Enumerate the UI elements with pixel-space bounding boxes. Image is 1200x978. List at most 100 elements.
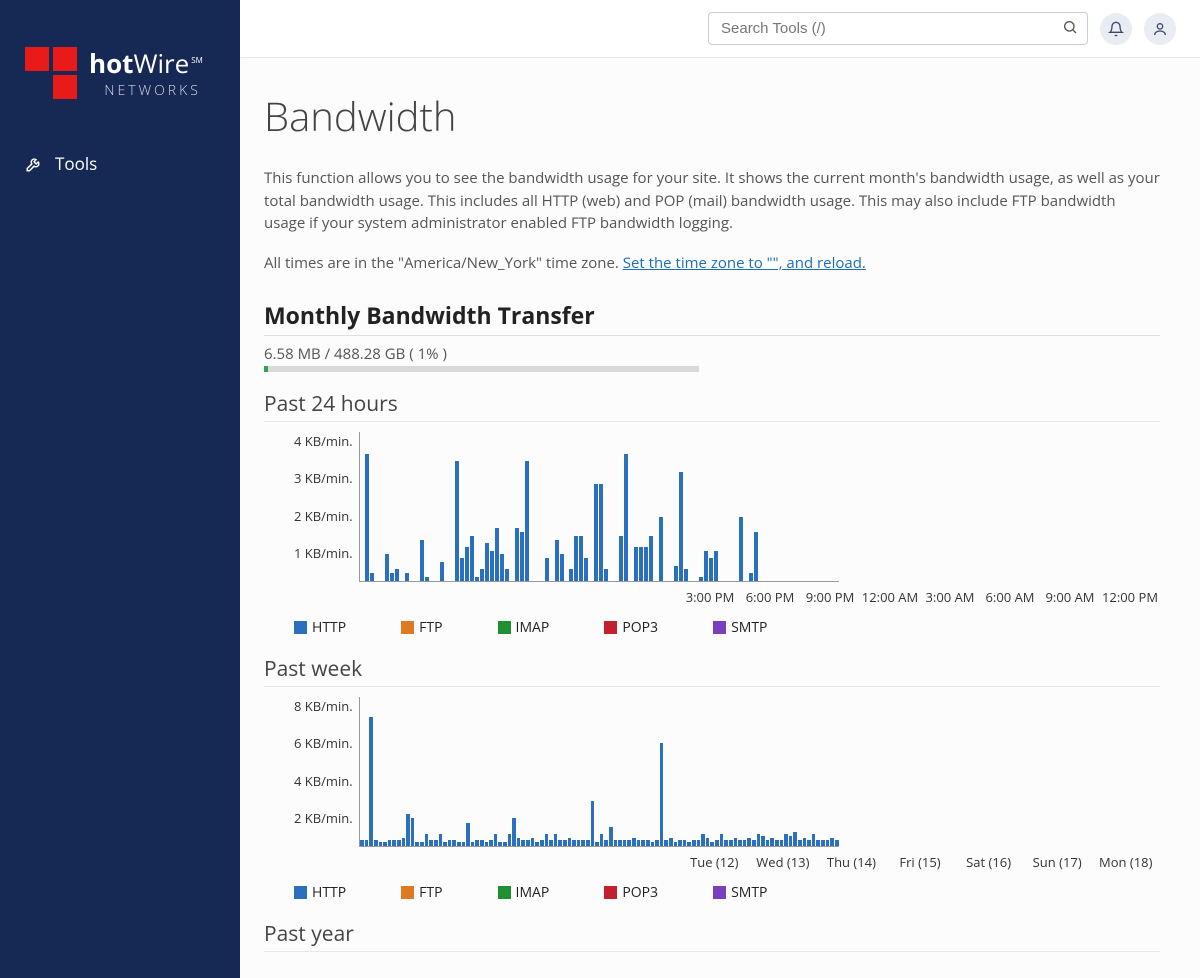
chart-bar bbox=[614, 840, 618, 846]
chart-past24-xaxis: 3:00 PM6:00 PM9:00 PM12:00 AM3:00 AM6:00… bbox=[680, 582, 1160, 606]
tools-icon bbox=[25, 155, 43, 173]
timezone-link[interactable]: Set the time zone to "", and reload. bbox=[623, 253, 866, 273]
chart-bar bbox=[600, 834, 604, 845]
chart-bar bbox=[637, 840, 641, 846]
chart-bar bbox=[471, 842, 475, 846]
legend-item[interactable]: FTP bbox=[401, 883, 442, 902]
chart-legend-pastweek: HTTP FTP IMAP POP3 SMTP bbox=[294, 883, 1160, 902]
chart-bar bbox=[734, 838, 738, 845]
chart-bar bbox=[674, 566, 678, 581]
chart-bar bbox=[485, 842, 489, 846]
chart-bar bbox=[591, 801, 595, 846]
legend-item[interactable]: POP3 bbox=[604, 618, 658, 637]
user-icon bbox=[1152, 21, 1168, 37]
chart-bar bbox=[402, 838, 406, 845]
chart-bar bbox=[415, 842, 419, 846]
chart-bar bbox=[554, 834, 558, 845]
content: Bandwidth This function allows you to se… bbox=[240, 58, 1200, 978]
chart-bar bbox=[644, 547, 648, 581]
chart-pastweek-yaxis: 8 KB/min.6 KB/min.4 KB/min.2 KB/min. bbox=[294, 697, 359, 847]
chart-bar bbox=[490, 551, 494, 581]
user-menu-button[interactable] bbox=[1144, 13, 1176, 45]
chart-bar bbox=[379, 842, 383, 846]
chart-bar bbox=[798, 840, 802, 846]
chart-bar bbox=[623, 840, 627, 846]
pastweek-title: Past week bbox=[264, 655, 1160, 687]
chart-bar bbox=[687, 842, 691, 846]
chart-bar bbox=[807, 840, 811, 846]
monthly-usage-label: 6.58 MB / 488.28 GB ( 1% ) bbox=[264, 344, 1160, 364]
chart-bar bbox=[425, 577, 429, 581]
chart-bar bbox=[480, 569, 484, 580]
chart-bar bbox=[440, 562, 444, 581]
chart-bar bbox=[710, 842, 714, 846]
chart-bar bbox=[701, 834, 705, 845]
chart-bar bbox=[470, 536, 474, 581]
legend-swatch bbox=[401, 621, 414, 634]
chart-bar bbox=[697, 840, 701, 846]
chart-bar bbox=[406, 814, 410, 846]
chart-bar bbox=[525, 461, 529, 580]
chart-bar bbox=[821, 840, 825, 846]
chart-bar bbox=[724, 840, 728, 846]
chart-pastweek: 8 KB/min.6 KB/min.4 KB/min.2 KB/min. Tue… bbox=[294, 697, 1160, 871]
chart-bar bbox=[443, 842, 447, 846]
chart-bar bbox=[457, 842, 461, 846]
chart-bar bbox=[508, 834, 512, 845]
legend-item[interactable]: SMTP bbox=[713, 618, 767, 637]
chart-bar bbox=[699, 577, 703, 581]
chart-bar bbox=[683, 840, 687, 846]
logo-mark-icon bbox=[25, 47, 77, 99]
chart-past24: 4 KB/min.3 KB/min.2 KB/min.1 KB/min. 3:0… bbox=[294, 432, 1160, 606]
chart-bar bbox=[641, 840, 645, 846]
chart-bar bbox=[692, 840, 696, 846]
chart-bar bbox=[634, 547, 638, 581]
chart-bar bbox=[752, 840, 756, 846]
chart-bar bbox=[664, 840, 668, 846]
sidebar-item-label: Tools bbox=[55, 152, 97, 175]
legend-item[interactable]: HTTP bbox=[294, 618, 346, 637]
chart-bar bbox=[775, 840, 779, 846]
chart-bar bbox=[816, 840, 820, 846]
search-icon[interactable] bbox=[1062, 18, 1078, 40]
chart-bar bbox=[558, 840, 562, 846]
legend-swatch bbox=[604, 621, 617, 634]
chart-bar bbox=[574, 536, 578, 581]
chart-bar bbox=[526, 840, 530, 846]
chart-bar bbox=[584, 558, 588, 580]
chart-bar bbox=[455, 461, 459, 580]
search-input[interactable] bbox=[708, 12, 1088, 45]
chart-bar bbox=[405, 573, 409, 580]
chart-bar bbox=[500, 554, 504, 580]
legend-item[interactable]: FTP bbox=[401, 618, 442, 637]
chart-bar bbox=[370, 573, 374, 580]
monthly-title: Monthly Bandwidth Transfer bbox=[264, 299, 1160, 336]
chart-bar bbox=[729, 840, 733, 846]
legend-label: IMAP bbox=[516, 883, 550, 902]
sidebar-nav: Tools bbox=[0, 130, 240, 197]
legend-item[interactable]: HTTP bbox=[294, 883, 346, 902]
chart-bar bbox=[517, 838, 521, 845]
monthly-progress bbox=[264, 366, 699, 372]
sidebar-item-tools[interactable]: Tools bbox=[0, 140, 240, 187]
notifications-button[interactable] bbox=[1100, 13, 1132, 45]
chart-bar bbox=[639, 547, 643, 581]
legend-label: HTTP bbox=[312, 883, 346, 902]
legend-label: POP3 bbox=[622, 618, 658, 637]
legend-swatch bbox=[294, 621, 307, 634]
legend-item[interactable]: IMAP bbox=[498, 618, 550, 637]
legend-swatch bbox=[604, 886, 617, 899]
legend-item[interactable]: IMAP bbox=[498, 883, 550, 902]
legend-item[interactable]: SMTP bbox=[713, 883, 767, 902]
chart-bar bbox=[757, 834, 761, 845]
chart-bar bbox=[439, 834, 443, 845]
chart-bar bbox=[395, 569, 399, 580]
chart-bar bbox=[495, 528, 499, 580]
legend-swatch bbox=[498, 621, 511, 634]
chart-bar bbox=[784, 834, 788, 845]
chart-bar bbox=[619, 536, 623, 581]
chart-bar bbox=[659, 517, 663, 580]
legend-item[interactable]: POP3 bbox=[604, 883, 658, 902]
brand-logo[interactable]: hotWireSM NETWORKS bbox=[0, 0, 240, 130]
chart-bar bbox=[397, 840, 401, 846]
